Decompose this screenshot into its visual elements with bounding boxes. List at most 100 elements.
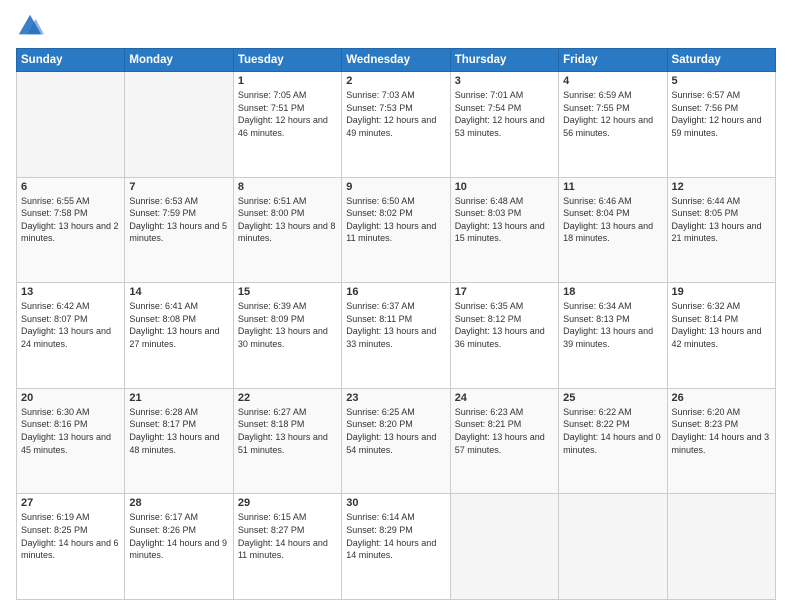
day-info: Sunrise: 6:17 AMSunset: 8:26 PMDaylight:… <box>129 511 228 561</box>
day-number: 4 <box>563 75 662 87</box>
day-info: Sunrise: 6:41 AMSunset: 8:08 PMDaylight:… <box>129 300 228 350</box>
day-number: 15 <box>238 286 337 298</box>
weekday-header-thursday: Thursday <box>450 49 558 72</box>
day-number: 21 <box>129 392 228 404</box>
calendar-cell: 7 Sunrise: 6:53 AMSunset: 7:59 PMDaylight… <box>125 177 233 283</box>
calendar-cell: 5 Sunrise: 6:57 AMSunset: 7:56 PMDaylight… <box>667 72 775 178</box>
day-info: Sunrise: 6:42 AMSunset: 8:07 PMDaylight:… <box>21 300 120 350</box>
day-info: Sunrise: 6:53 AMSunset: 7:59 PMDaylight:… <box>129 195 228 245</box>
calendar-week-row: 1 Sunrise: 7:05 AMSunset: 7:51 PMDaylight… <box>17 72 776 178</box>
day-number: 8 <box>238 181 337 193</box>
day-number: 1 <box>238 75 337 87</box>
day-number: 23 <box>346 392 445 404</box>
calendar-cell: 2 Sunrise: 7:03 AMSunset: 7:53 PMDaylight… <box>342 72 450 178</box>
day-info: Sunrise: 6:15 AMSunset: 8:27 PMDaylight:… <box>238 511 337 561</box>
calendar-week-row: 20 Sunrise: 6:30 AMSunset: 8:16 PMDayligh… <box>17 388 776 494</box>
calendar-cell <box>559 494 667 600</box>
day-number: 14 <box>129 286 228 298</box>
day-info: Sunrise: 6:55 AMSunset: 7:58 PMDaylight:… <box>21 195 120 245</box>
day-info: Sunrise: 6:39 AMSunset: 8:09 PMDaylight:… <box>238 300 337 350</box>
calendar-cell: 1 Sunrise: 7:05 AMSunset: 7:51 PMDaylight… <box>233 72 341 178</box>
calendar-cell: 26 Sunrise: 6:20 AMSunset: 8:23 PMDayligh… <box>667 388 775 494</box>
day-number: 26 <box>672 392 771 404</box>
weekday-header-friday: Friday <box>559 49 667 72</box>
calendar-cell: 13 Sunrise: 6:42 AMSunset: 8:07 PMDayligh… <box>17 283 125 389</box>
header <box>16 12 776 40</box>
day-number: 29 <box>238 497 337 509</box>
calendar-week-row: 6Sunrise: 6:55 AMSunset: 7:58 PMDaylight… <box>17 177 776 283</box>
calendar-cell: 28Sunrise: 6:17 AMSunset: 8:26 PMDayligh… <box>125 494 233 600</box>
day-info: Sunrise: 6:27 AMSunset: 8:18 PMDaylight:… <box>238 406 337 456</box>
calendar-cell: 11Sunrise: 6:46 AMSunset: 8:04 PMDayligh… <box>559 177 667 283</box>
calendar-cell: 9Sunrise: 6:50 AMSunset: 8:02 PMDaylight… <box>342 177 450 283</box>
day-number: 7 <box>129 181 228 193</box>
day-info: Sunrise: 6:25 AMSunset: 8:20 PMDaylight:… <box>346 406 445 456</box>
day-number: 19 <box>672 286 771 298</box>
day-number: 27 <box>21 497 120 509</box>
day-number: 3 <box>455 75 554 87</box>
weekday-header-tuesday: Tuesday <box>233 49 341 72</box>
day-info: Sunrise: 6:44 AMSunset: 8:05 PMDaylight:… <box>672 195 771 245</box>
calendar-cell: 24 Sunrise: 6:23 AMSunset: 8:21 PMDayligh… <box>450 388 558 494</box>
calendar-cell: 22 Sunrise: 6:27 AMSunset: 8:18 PMDayligh… <box>233 388 341 494</box>
calendar-cell <box>667 494 775 600</box>
calendar-cell: 14 Sunrise: 6:41 AMSunset: 8:08 PMDayligh… <box>125 283 233 389</box>
weekday-header-wednesday: Wednesday <box>342 49 450 72</box>
day-number: 24 <box>455 392 554 404</box>
day-info: Sunrise: 6:50 AMSunset: 8:02 PMDaylight:… <box>346 195 445 245</box>
day-info: Sunrise: 7:01 AMSunset: 7:54 PMDaylight:… <box>455 89 554 139</box>
calendar-cell: 21Sunrise: 6:28 AMSunset: 8:17 PMDayligh… <box>125 388 233 494</box>
day-number: 20 <box>21 392 120 404</box>
day-info: Sunrise: 6:14 AMSunset: 8:29 PMDaylight:… <box>346 511 445 561</box>
day-number: 10 <box>455 181 554 193</box>
day-info: Sunrise: 6:37 AMSunset: 8:11 PMDaylight:… <box>346 300 445 350</box>
calendar-cell <box>450 494 558 600</box>
day-number: 17 <box>455 286 554 298</box>
day-number: 2 <box>346 75 445 87</box>
calendar-cell: 23 Sunrise: 6:25 AMSunset: 8:20 PMDayligh… <box>342 388 450 494</box>
day-number: 18 <box>563 286 662 298</box>
calendar-cell: 29 Sunrise: 6:15 AMSunset: 8:27 PMDayligh… <box>233 494 341 600</box>
calendar-cell: 18 Sunrise: 6:34 AMSunset: 8:13 PMDayligh… <box>559 283 667 389</box>
calendar-cell: 8 Sunrise: 6:51 AMSunset: 8:00 PMDaylight… <box>233 177 341 283</box>
day-info: Sunrise: 6:20 AMSunset: 8:23 PMDaylight:… <box>672 406 771 456</box>
logo-icon <box>16 12 44 40</box>
weekday-header-saturday: Saturday <box>667 49 775 72</box>
day-info: Sunrise: 7:05 AMSunset: 7:51 PMDaylight:… <box>238 89 337 139</box>
day-info: Sunrise: 6:35 AMSunset: 8:12 PMDaylight:… <box>455 300 554 350</box>
weekday-header-row: SundayMondayTuesdayWednesdayThursdayFrid… <box>17 49 776 72</box>
day-info: Sunrise: 6:51 AMSunset: 8:00 PMDaylight:… <box>238 195 337 245</box>
calendar-cell: 16Sunrise: 6:37 AMSunset: 8:11 PMDayligh… <box>342 283 450 389</box>
day-number: 25 <box>563 392 662 404</box>
day-number: 22 <box>238 392 337 404</box>
calendar-table: SundayMondayTuesdayWednesdayThursdayFrid… <box>16 48 776 600</box>
calendar-cell: 12 Sunrise: 6:44 AMSunset: 8:05 PMDayligh… <box>667 177 775 283</box>
calendar-cell <box>125 72 233 178</box>
day-info: Sunrise: 6:32 AMSunset: 8:14 PMDaylight:… <box>672 300 771 350</box>
day-info: Sunrise: 6:23 AMSunset: 8:21 PMDaylight:… <box>455 406 554 456</box>
logo <box>16 12 48 40</box>
calendar-cell <box>17 72 125 178</box>
page: SundayMondayTuesdayWednesdayThursdayFrid… <box>0 0 792 612</box>
day-number: 11 <box>563 181 662 193</box>
day-info: Sunrise: 6:30 AMSunset: 8:16 PMDaylight:… <box>21 406 120 456</box>
calendar-cell: 4 Sunrise: 6:59 AMSunset: 7:55 PMDaylight… <box>559 72 667 178</box>
day-number: 12 <box>672 181 771 193</box>
calendar-cell: 27 Sunrise: 6:19 AMSunset: 8:25 PMDayligh… <box>17 494 125 600</box>
day-number: 5 <box>672 75 771 87</box>
day-info: Sunrise: 6:34 AMSunset: 8:13 PMDaylight:… <box>563 300 662 350</box>
day-info: Sunrise: 6:59 AMSunset: 7:55 PMDaylight:… <box>563 89 662 139</box>
day-info: Sunrise: 7:03 AMSunset: 7:53 PMDaylight:… <box>346 89 445 139</box>
weekday-header-sunday: Sunday <box>17 49 125 72</box>
calendar-cell: 15 Sunrise: 6:39 AMSunset: 8:09 PMDayligh… <box>233 283 341 389</box>
calendar-cell: 17 Sunrise: 6:35 AMSunset: 8:12 PMDayligh… <box>450 283 558 389</box>
day-info: Sunrise: 6:19 AMSunset: 8:25 PMDaylight:… <box>21 511 120 561</box>
day-number: 13 <box>21 286 120 298</box>
calendar-cell: 6Sunrise: 6:55 AMSunset: 7:58 PMDaylight… <box>17 177 125 283</box>
weekday-header-monday: Monday <box>125 49 233 72</box>
calendar-cell: 30Sunrise: 6:14 AMSunset: 8:29 PMDayligh… <box>342 494 450 600</box>
calendar-cell: 20 Sunrise: 6:30 AMSunset: 8:16 PMDayligh… <box>17 388 125 494</box>
calendar-cell: 19 Sunrise: 6:32 AMSunset: 8:14 PMDayligh… <box>667 283 775 389</box>
calendar-cell: 25Sunrise: 6:22 AMSunset: 8:22 PMDayligh… <box>559 388 667 494</box>
day-info: Sunrise: 6:57 AMSunset: 7:56 PMDaylight:… <box>672 89 771 139</box>
